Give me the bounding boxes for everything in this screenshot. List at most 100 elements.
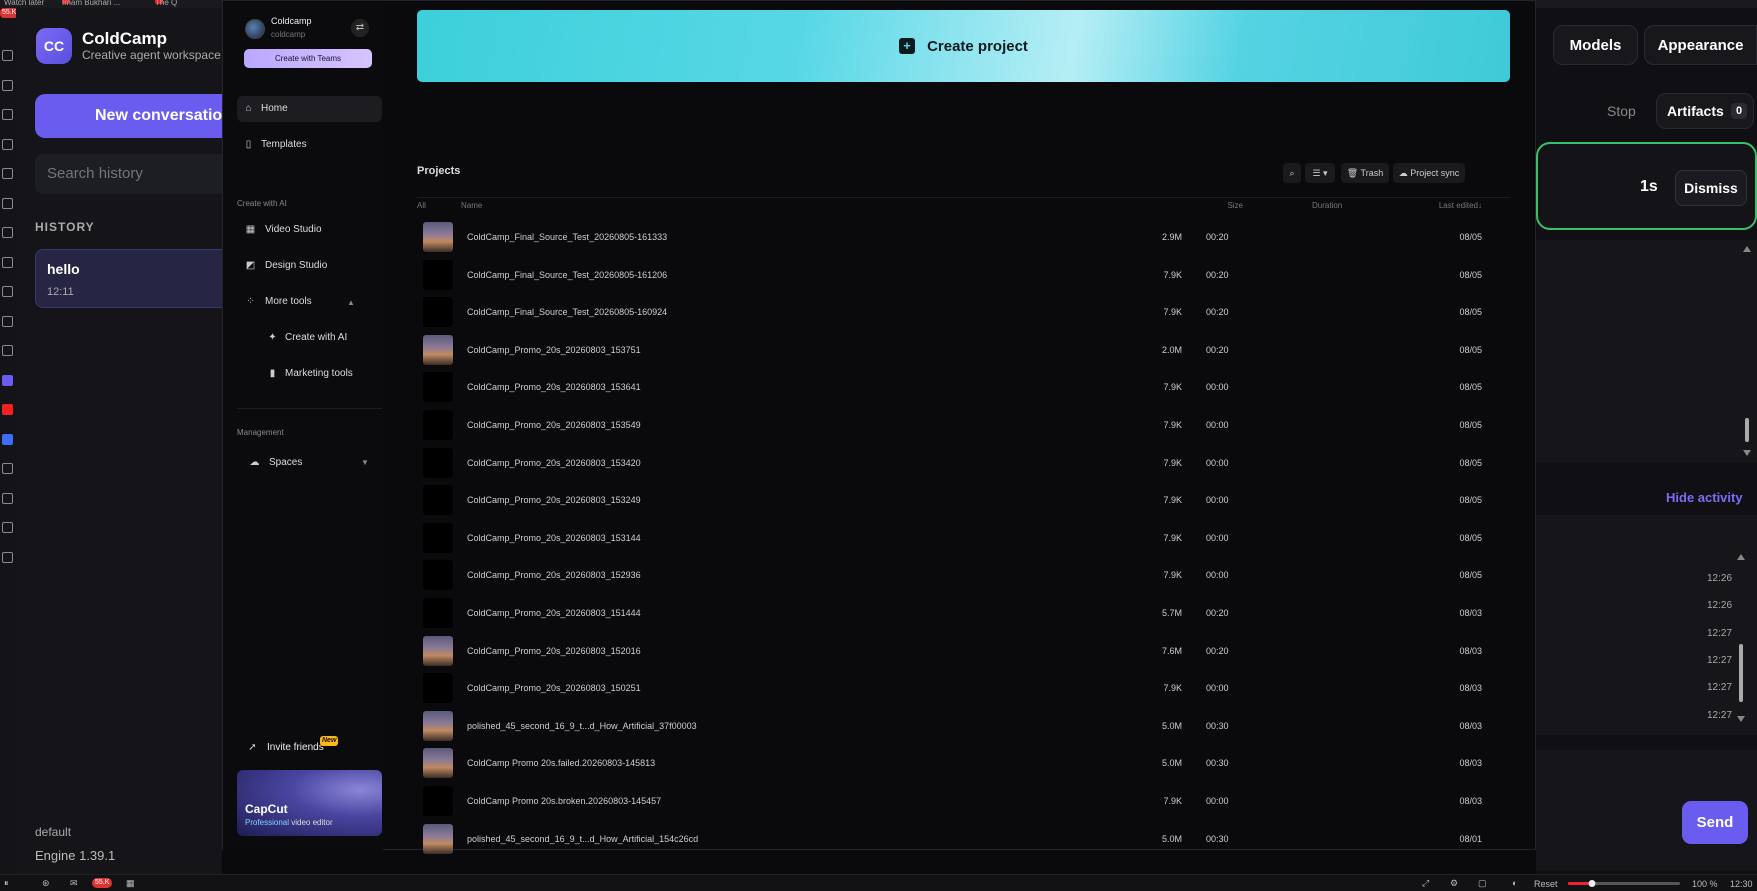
table-row[interactable]: ColdCamp_Final_Source_Test_20260805-1613…: [417, 215, 1510, 253]
project-thumbnail[interactable]: [423, 748, 453, 779]
taskbar-app-icon[interactable]: ⊛: [42, 878, 50, 889]
table-row[interactable]: ColdCamp_Promo_20s_20260803_150251 7.9K 00…: [417, 666, 1510, 704]
stop-button[interactable]: Stop: [1607, 103, 1636, 119]
project-thumbnail[interactable]: [423, 786, 453, 816]
chevron-up-icon[interactable]: ▲: [347, 298, 355, 307]
project-thumbnail[interactable]: [423, 560, 453, 591]
extension-icon[interactable]: [2, 50, 13, 61]
nav-item-more-tools[interactable]: ⁘ More tools: [237, 289, 382, 315]
nav-item-design-studio[interactable]: ◩ Design Studio: [237, 253, 382, 279]
reset-zoom-button[interactable]: Reset: [1534, 879, 1558, 889]
switch-workspace-icon[interactable]: ⇄: [351, 19, 369, 37]
capcut-promo-card[interactable]: CapCut Professional video editor: [237, 770, 382, 836]
extension-icon[interactable]: [2, 79, 13, 91]
mail-icon[interactable]: ✉: [70, 878, 78, 889]
models-button[interactable]: Models: [1553, 25, 1638, 65]
project-thumbnail[interactable]: [423, 485, 453, 516]
nav-item-home[interactable]: ⌂ Home: [237, 96, 382, 122]
settings-icon[interactable]: ⚙: [1450, 878, 1458, 889]
nav-sub-item-create-with-ai[interactable]: ✦ Create with AI: [237, 325, 382, 351]
project-thumbnail[interactable]: [423, 259, 453, 290]
window-icon[interactable]: ▢: [1478, 878, 1487, 889]
activity-scrollbar[interactable]: [1735, 552, 1747, 724]
project-thumbnail[interactable]: [423, 372, 453, 403]
column-name[interactable]: Name: [461, 201, 482, 210]
project-thumbnail[interactable]: [423, 334, 453, 365]
column-duration[interactable]: Duration: [1312, 201, 1342, 210]
taskbar-app-icon[interactable]: ⏸: [4, 878, 9, 889]
create-project-button[interactable]: + Create project: [417, 10, 1510, 82]
table-row[interactable]: ColdCamp_Final_Source_Test_20260805-1609…: [417, 290, 1510, 328]
column-all[interactable]: All: [417, 201, 426, 210]
invite-friends-label: Invite friends: [267, 742, 324, 753]
dismiss-button[interactable]: Dismiss: [1675, 170, 1747, 206]
resize-icon[interactable]: ⤢: [1422, 878, 1429, 889]
project-thumbnail[interactable]: [423, 635, 453, 666]
table-row[interactable]: ColdCamp_Promo_20s_20260803_151444 5.7M 00…: [417, 591, 1510, 629]
extension-icon[interactable]: [2, 463, 13, 474]
extension-icon[interactable]: [2, 551, 13, 563]
extension-icon[interactable]: [2, 168, 13, 179]
extension-icon[interactable]: [2, 138, 13, 150]
output-scrollbar[interactable]: [1742, 244, 1752, 458]
nav-item-templates[interactable]: ▯ Templates: [237, 132, 382, 158]
new-conversation-button[interactable]: New conversation: [35, 94, 235, 138]
artifacts-button[interactable]: Artifacts 0: [1656, 93, 1754, 129]
project-thumbnail[interactable]: [423, 222, 453, 252]
zoom-slider[interactable]: [1568, 880, 1680, 888]
project-thumbnail[interactable]: [423, 598, 453, 628]
project-thumbnail[interactable]: [423, 522, 453, 553]
dark-mode-icon[interactable]: ◐: [1512, 878, 1517, 888]
extension-icon[interactable]: [2, 197, 13, 209]
workspace-avatar[interactable]: [245, 19, 265, 39]
column-size[interactable]: Size: [1223, 201, 1243, 210]
table-row[interactable]: ColdCamp Promo 20s.failed.20260803-14581…: [417, 741, 1510, 779]
extension-icon[interactable]: [2, 286, 13, 297]
project-sync-button[interactable]: ☁ Project sync: [1393, 163, 1465, 183]
table-row[interactable]: ColdCamp_Final_Source_Test_20260805-1612…: [417, 253, 1510, 291]
project-thumbnail[interactable]: [423, 710, 453, 741]
project-thumbnail[interactable]: [423, 447, 453, 478]
hide-activity-link[interactable]: Hide activity: [1666, 490, 1743, 505]
nav-spaces[interactable]: ☁ Spaces ▼: [237, 450, 382, 476]
extension-icon[interactable]: [2, 227, 13, 238]
project-thumbnail[interactable]: [423, 410, 453, 440]
table-row[interactable]: ColdCamp_Promo_20s_20260803_153144 7.9K 00…: [417, 516, 1510, 554]
trash-button[interactable]: 🗑 Trash: [1341, 163, 1389, 183]
invite-friends-button[interactable]: ➚ Invite friends New: [237, 735, 382, 761]
table-row[interactable]: ColdCamp_Promo_20s_20260803_152936 7.9K 00…: [417, 553, 1510, 591]
project-thumbnail[interactable]: [423, 297, 453, 328]
table-row[interactable]: ColdCamp_Promo_20s_20260803_153641 7.9K 00…: [417, 365, 1510, 403]
nav-item-video-studio[interactable]: ▦ Video Studio: [237, 217, 382, 243]
table-row[interactable]: ColdCamp_Promo_20s_20260803_152016 7.6M 00…: [417, 629, 1510, 667]
extension-icon[interactable]: [2, 315, 13, 327]
extension-icon[interactable]: [2, 345, 13, 356]
extension-icon[interactable]: [2, 109, 13, 120]
extension-icon[interactable]: [2, 256, 13, 268]
nav-sub-item-marketing-tools[interactable]: ▮ Marketing tools: [237, 361, 382, 387]
table-row[interactable]: polished_45_second_16_9_t...d_How_Artifi…: [417, 704, 1510, 742]
table-row[interactable]: ColdCamp_Promo_20s_20260803_153549 7.9K 00…: [417, 403, 1510, 441]
table-row[interactable]: ColdCamp_Promo_20s_20260803_153249 7.9K 00…: [417, 478, 1510, 516]
view-toggle-icon[interactable]: ☰ ▾: [1305, 163, 1335, 183]
project-thumbnail[interactable]: [423, 673, 453, 704]
table-row[interactable]: polished_45_second_16_9_t...d_How_Artifi…: [417, 817, 1510, 855]
extension-icon[interactable]: [2, 433, 13, 445]
send-button[interactable]: Send: [1682, 801, 1748, 844]
table-row[interactable]: ColdCamp_Promo_20s_20260803_153420 7.9K 00…: [417, 441, 1510, 479]
history-item[interactable]: hello 12:11: [35, 249, 235, 308]
extension-icon[interactable]: [2, 404, 13, 415]
extension-icon[interactable]: [2, 522, 13, 533]
project-thumbnail[interactable]: [423, 823, 453, 854]
table-row[interactable]: ColdCamp Promo 20s.broken.20260803-14545…: [417, 779, 1510, 817]
column-last-edited[interactable]: Last edited↓: [1403, 201, 1482, 210]
create-with-teams-button[interactable]: Create with Teams: [244, 49, 372, 68]
project-size: 2.9M: [1161, 232, 1182, 242]
extension-icon[interactable]: [2, 374, 13, 386]
search-history-input[interactable]: [35, 154, 235, 194]
search-icon[interactable]: ⌕: [1283, 163, 1301, 183]
calendar-icon[interactable]: ▦: [126, 878, 135, 889]
table-row[interactable]: ColdCamp_Promo_20s_20260803_153751 2.0M 00…: [417, 328, 1510, 366]
extension-icon[interactable]: [2, 492, 13, 504]
appearance-button[interactable]: Appearance: [1644, 25, 1757, 65]
